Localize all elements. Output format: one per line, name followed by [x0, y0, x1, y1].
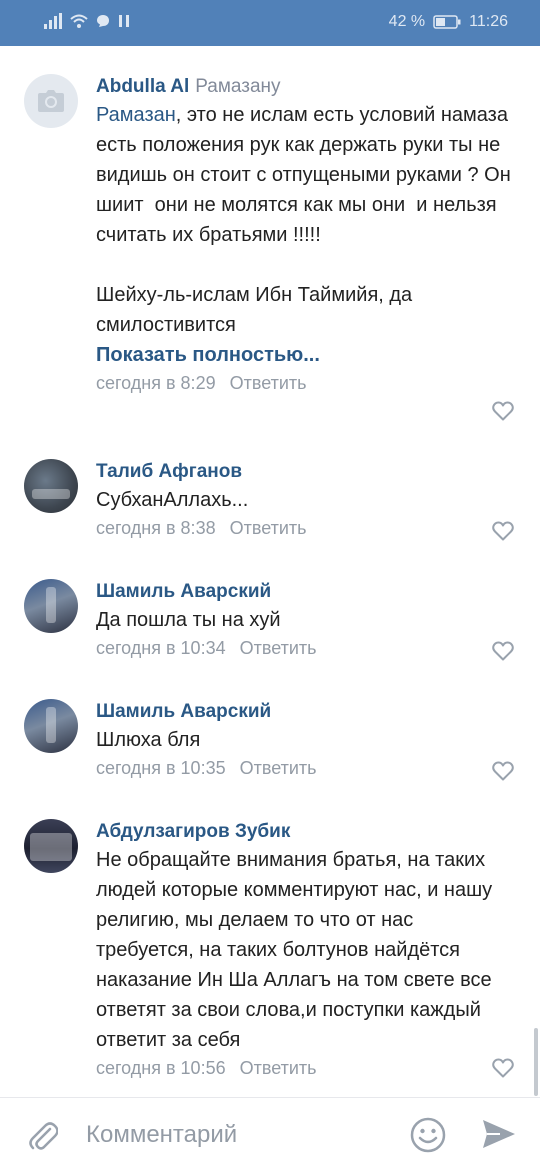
avatar-photo [46, 587, 56, 623]
comment-author[interactable]: Abdulla Al Рамазану [96, 74, 516, 100]
paperclip-icon[interactable] [28, 1120, 58, 1152]
status-bar: 42 % 11:26 [0, 0, 540, 46]
avatar[interactable] [24, 74, 78, 128]
comment-text: Да пошла ты на хуй [96, 609, 281, 631]
comment-time: сегодня в 10:56 [96, 1058, 226, 1078]
comment-input[interactable] [86, 1120, 386, 1150]
clock: 11:26 [469, 13, 508, 30]
avatar[interactable] [24, 819, 78, 873]
comment-meta: сегодня в 10:35 Ответить [96, 755, 516, 781]
avatar-photo [30, 833, 72, 861]
like-heart-icon[interactable] [492, 401, 514, 421]
comment-meta: сегодня в 8:38 Ответить [96, 515, 516, 541]
like-heart-icon[interactable] [492, 521, 514, 541]
comment-author[interactable]: Шамиль Аварский [96, 579, 516, 605]
reply-button[interactable]: Ответить [230, 518, 307, 538]
like-heart-icon[interactable] [492, 761, 514, 781]
comment-composer [0, 1097, 540, 1170]
scrollbar[interactable] [534, 1028, 538, 1096]
comments-feed[interactable]: Abdulla Al Рамазану Рамазан, это не ислам… [0, 46, 540, 1096]
battery-percent: 42 % [388, 13, 426, 30]
reply-button[interactable]: Ответить [240, 758, 317, 778]
comment-meta: сегодня в 8:29 Ответить [96, 370, 516, 396]
wifi-icon [70, 14, 88, 28]
author-name[interactable]: Талиб Афганов [96, 461, 242, 482]
comment-text: Не обращайте внимания братья, на таких л… [96, 849, 498, 1051]
avatar[interactable] [24, 699, 78, 753]
comment-author[interactable]: Талиб Афганов [96, 459, 516, 485]
avatar[interactable] [24, 579, 78, 633]
like-heart-icon[interactable] [492, 1058, 514, 1078]
signal-icon [44, 13, 62, 29]
comment-text: Шлюха бля [96, 729, 201, 751]
camera-icon [38, 90, 64, 112]
avatar-photo [46, 707, 56, 743]
author-name[interactable]: Abdulla Al [96, 76, 189, 97]
comment-author[interactable]: Шамиль Аварский [96, 699, 516, 725]
like-heart-icon[interactable] [492, 641, 514, 661]
comment-time: сегодня в 8:38 [96, 518, 216, 538]
comment-meta: сегодня в 10:34 Ответить [96, 635, 516, 661]
comment-text-body: , это не ислам есть условий намаза есть … [96, 104, 511, 336]
status-right: 42 % 11:26 [389, 13, 508, 31]
comment-text: Рамазан, это не ислам есть условий намаз… [96, 100, 516, 340]
smile-icon[interactable] [410, 1117, 446, 1153]
reply-to-name[interactable]: Рамазану [195, 76, 280, 97]
comment-author[interactable]: Абдулзагиров Зубик [96, 819, 516, 845]
author-name[interactable]: Шамиль Аварский [96, 581, 271, 602]
pause-icon [119, 15, 129, 27]
reply-button[interactable]: Ответить [230, 373, 307, 393]
status-left [44, 13, 130, 29]
avatar-photo [32, 489, 70, 499]
comment-text: СубханАллахь... [96, 489, 249, 511]
comment-time: сегодня в 10:35 [96, 758, 226, 778]
comment-meta: сегодня в 10:56 Ответить [96, 1055, 516, 1081]
send-icon[interactable] [482, 1119, 516, 1149]
reply-button[interactable]: Ответить [240, 1058, 317, 1078]
battery-icon [433, 15, 461, 29]
message-icon [97, 15, 109, 27]
reply-button[interactable]: Ответить [240, 638, 317, 658]
comment-time: сегодня в 10:34 [96, 638, 226, 658]
author-name[interactable]: Шамиль Аварский [96, 701, 271, 722]
comment-time: сегодня в 8:29 [96, 373, 216, 393]
author-name[interactable]: Абдулзагиров Зубик [96, 821, 290, 842]
avatar[interactable] [24, 459, 78, 513]
mention-link[interactable]: Рамазан [96, 104, 176, 126]
show-more-link[interactable]: Показать полностью... [96, 340, 516, 370]
